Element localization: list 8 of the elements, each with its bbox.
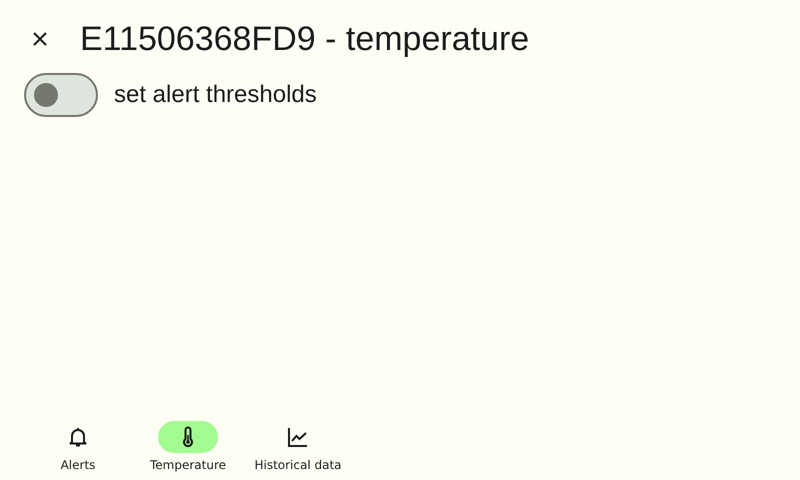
toggle-label: set alert thresholds — [114, 81, 317, 109]
toggle-switch[interactable] — [24, 73, 98, 117]
line-chart-icon — [286, 425, 310, 449]
nav-tab[interactable]: Alerts — [23, 408, 133, 480]
close-icon — [33, 32, 47, 46]
page-title: E11506368FD9 - temperature — [80, 20, 530, 58]
nav-tab[interactable]: Temperature — [133, 408, 243, 480]
nav-tab[interactable]: Historical data — [243, 408, 353, 480]
